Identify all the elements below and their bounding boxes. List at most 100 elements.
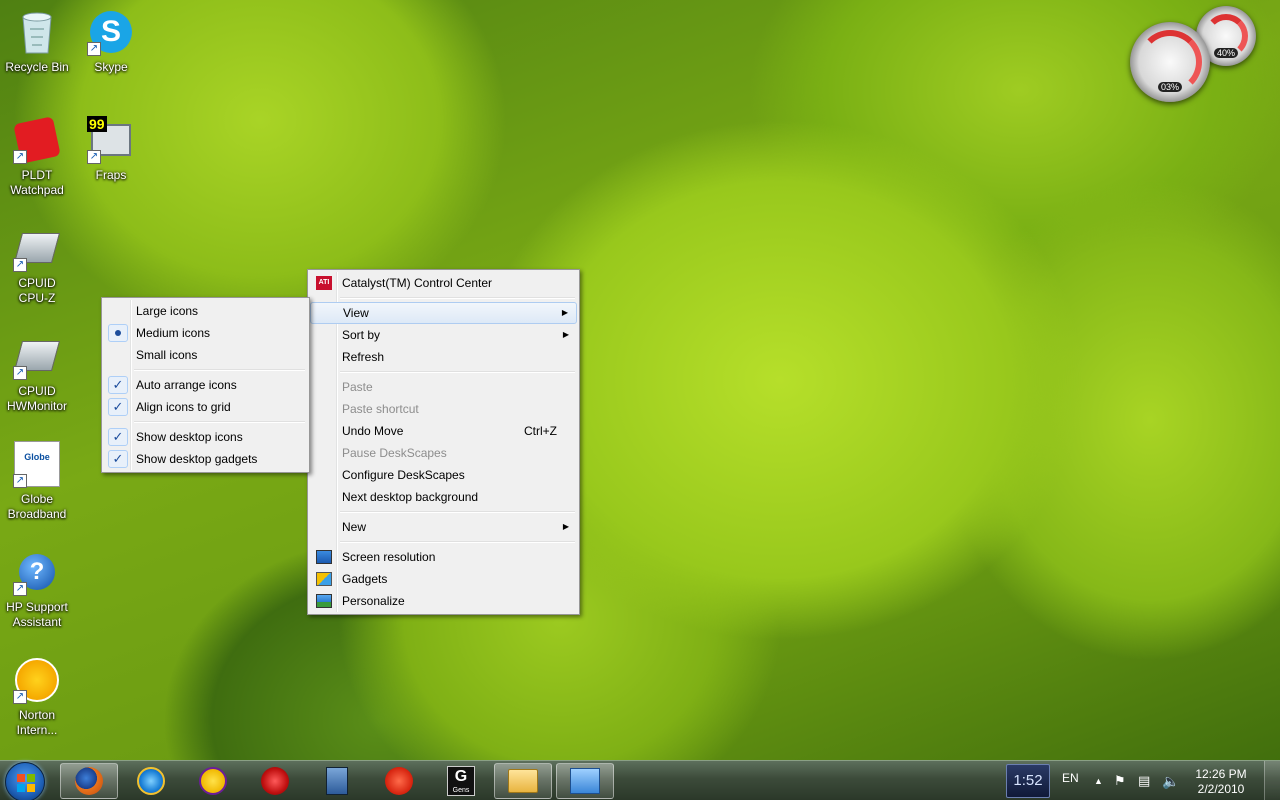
taskbar-yahoo-messenger[interactable] — [184, 763, 242, 799]
cpu-gauge-value: 03% — [1157, 82, 1183, 92]
recycle-bin-icon — [13, 8, 61, 56]
submenu-arrow-icon: ▶ — [562, 330, 569, 339]
menu-item-label: Large icons — [136, 304, 199, 318]
menu-item-label: Refresh — [342, 350, 385, 364]
network-icon[interactable]: ▤ — [1138, 761, 1150, 800]
menu-item-screen-resolution[interactable]: Screen resolution — [310, 546, 577, 568]
menu-item-new[interactable]: New ▶ — [310, 516, 577, 538]
menu-separator — [104, 418, 307, 426]
taskbar-gens[interactable]: G Gens — [432, 763, 490, 799]
view-auto-arrange[interactable]: ✓ Auto arrange icons — [104, 374, 307, 396]
menu-item-pause-deskscapes: Pause DeskScapes — [310, 442, 577, 464]
taskbar-windows-explorer[interactable] — [494, 763, 552, 799]
clock-gadget-display[interactable]: 1:52 — [1006, 764, 1050, 798]
hwmonitor-icon: ↗ — [13, 332, 61, 380]
taskbar-internet-explorer[interactable] — [122, 763, 180, 799]
cpu-meter-gadget[interactable]: 40% 03% — [1130, 6, 1275, 106]
view-medium-icons[interactable]: Medium icons — [104, 322, 307, 344]
menu-item-label: Show desktop icons — [136, 430, 243, 444]
menu-item-label: Configure DeskScapes — [342, 468, 465, 482]
control-panel-icon — [570, 768, 600, 794]
menu-item-label: Medium icons — [136, 326, 211, 340]
desktop-icon-cpuz[interactable]: ↗ CPUID CPU-Z — [0, 224, 74, 306]
submenu-arrow-icon: ▶ — [562, 522, 569, 531]
cpuz-icon: ↗ — [13, 224, 61, 272]
view-show-desktop-gadgets[interactable]: ✓ Show desktop gadgets — [104, 448, 307, 470]
taskbar-file-tool[interactable] — [308, 763, 366, 799]
menu-item-view[interactable]: View ▶ — [310, 302, 577, 324]
menu-item-label: Gadgets — [342, 572, 388, 586]
menu-item-next-background[interactable]: Next desktop background — [310, 486, 577, 508]
shortcut-arrow-icon: ↗ — [13, 258, 27, 272]
cpu-gauge: 03% — [1130, 22, 1210, 102]
fraps-badge: 99 — [87, 116, 107, 132]
taskbar-firefox[interactable] — [60, 763, 118, 799]
desktop-icon-hp-support[interactable]: ? ↗ HP Support Assistant — [0, 548, 74, 630]
gens-icon: G Gens — [447, 766, 475, 796]
menu-item-undo-move[interactable]: Undo Move Ctrl+Z — [310, 420, 577, 442]
desktop-icon-globe-broadband[interactable]: Globe ↗ Globe Broadband — [0, 440, 74, 522]
menu-item-label: Screen resolution — [342, 550, 436, 564]
show-hidden-icons-button[interactable]: ▲ — [1094, 761, 1103, 800]
desktop-icon-label: Norton Intern... — [16, 708, 58, 737]
desktop-icon-norton[interactable]: ↗ Norton Intern... — [0, 656, 74, 738]
language-indicator[interactable]: EN — [1062, 761, 1079, 800]
volume-icon[interactable]: 🔈 — [1162, 761, 1179, 800]
ie-icon — [137, 767, 165, 795]
view-align-to-grid[interactable]: ✓ Align icons to grid — [104, 396, 307, 418]
menu-item-refresh[interactable]: Refresh — [310, 346, 577, 368]
menu-item-label: Small icons — [136, 348, 198, 362]
desktop-icon-label: CPUID CPU-Z — [18, 276, 56, 305]
menu-item-label: View — [343, 306, 369, 320]
menu-item-personalize[interactable]: Personalize — [310, 590, 577, 612]
menu-item-label: Pause DeskScapes — [342, 446, 447, 460]
gadgets-icon — [316, 572, 332, 586]
taskbar-swirl-app[interactable] — [246, 763, 304, 799]
ati-icon: ATI — [316, 276, 332, 290]
menu-item-label: Undo Move — [342, 424, 404, 438]
desktop-icon-label: Globe Broadband — [7, 492, 67, 521]
taskbar-red-app[interactable] — [370, 763, 428, 799]
menu-item-label: Align icons to grid — [136, 400, 231, 414]
desktop-icon-skype[interactable]: S ↗ Skype — [74, 8, 148, 75]
shortcut-arrow-icon: ↗ — [87, 42, 101, 56]
checkmark-icon: ✓ — [108, 428, 128, 446]
pldt-watchpad-icon: ↗ — [13, 116, 61, 164]
view-large-icons[interactable]: Large icons — [104, 300, 307, 322]
show-desktop-button[interactable] — [1264, 761, 1280, 800]
action-center-flag-icon[interactable]: ⚑ — [1114, 761, 1126, 800]
view-show-desktop-icons[interactable]: ✓ Show desktop icons — [104, 426, 307, 448]
view-small-icons[interactable]: Small icons — [104, 344, 307, 366]
desktop-icon-label: HP Support Assistant — [6, 600, 68, 629]
menu-item-label: Paste — [342, 380, 373, 394]
desktop-icon-hwmonitor[interactable]: ↗ CPUID HWMonitor — [0, 332, 74, 414]
menu-separator — [310, 508, 577, 516]
desktop-icon-fraps[interactable]: 99 ↗ Fraps — [74, 116, 148, 183]
desktop-context-menu: ATI Catalyst(TM) Control Center View ▶ S… — [307, 269, 580, 615]
system-clock[interactable]: 12:26 PM 2/2/2010 — [1192, 761, 1250, 800]
menu-item-label: Personalize — [342, 594, 405, 608]
yahoo-messenger-icon — [199, 767, 227, 795]
swirl-icon — [261, 767, 289, 795]
menu-item-configure-deskscapes[interactable]: Configure DeskScapes — [310, 464, 577, 486]
shortcut-arrow-icon: ↗ — [13, 366, 27, 380]
shortcut-arrow-icon: ↗ — [13, 690, 27, 704]
menu-item-sort-by[interactable]: Sort by ▶ — [310, 324, 577, 346]
taskbar-control-panel[interactable] — [556, 763, 614, 799]
desktop-icon-recycle-bin[interactable]: Recycle Bin — [0, 8, 74, 75]
taskbar: G Gens 1:52 EN ▲ ⚑ ▤ 🔈 12:26 PM 2/2/2010 — [0, 760, 1280, 800]
menu-item-label: Paste shortcut — [342, 402, 419, 416]
menu-item-label: Catalyst(TM) Control Center — [342, 276, 493, 290]
menu-separator — [310, 294, 577, 302]
checkmark-icon: ✓ — [108, 398, 128, 416]
submenu-arrow-icon: ▶ — [561, 308, 568, 317]
radio-bullet-icon — [108, 324, 128, 342]
folder-icon — [508, 769, 538, 793]
start-button[interactable] — [5, 762, 45, 800]
shortcut-arrow-icon: ↗ — [13, 582, 27, 596]
menu-item-catalyst[interactable]: ATI Catalyst(TM) Control Center — [310, 272, 577, 294]
desktop-icon-pldt-watchpad[interactable]: ↗ PLDT Watchpad — [0, 116, 74, 198]
language-label: EN — [1062, 771, 1079, 785]
menu-item-gadgets[interactable]: Gadgets — [310, 568, 577, 590]
shortcut-arrow-icon: ↗ — [13, 150, 27, 164]
